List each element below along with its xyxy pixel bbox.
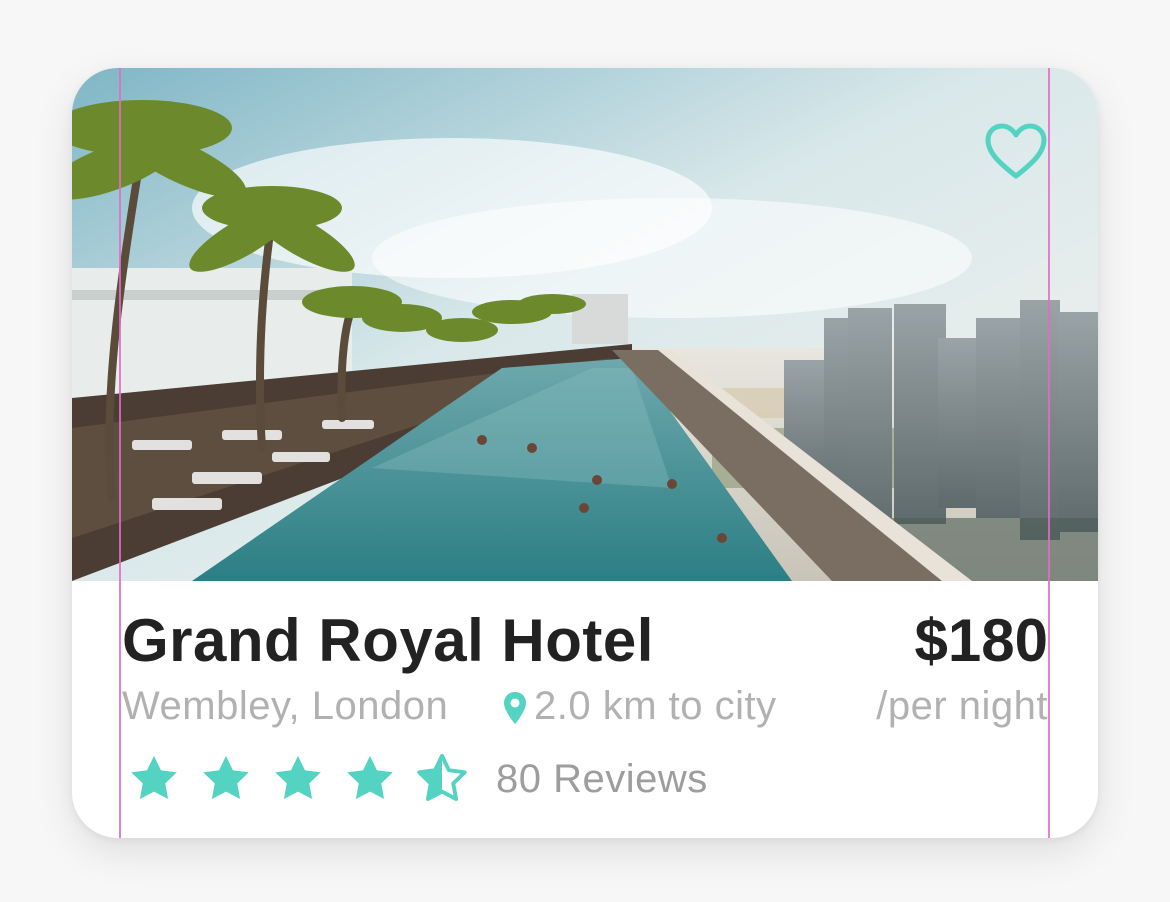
rating-stars bbox=[128, 752, 468, 808]
layout-guide-left bbox=[119, 68, 121, 838]
star-icon bbox=[203, 755, 249, 800]
hotel-location: Wembley, London bbox=[122, 684, 449, 728]
star-icon bbox=[131, 755, 177, 800]
layout-guide-right bbox=[1048, 68, 1050, 838]
price-unit: /per night bbox=[876, 684, 1048, 728]
star-half-icon bbox=[417, 753, 467, 801]
star-icon bbox=[347, 755, 393, 800]
stage: Grand Royal Hotel $180 Wembley, London 2… bbox=[0, 0, 1170, 902]
distance-to-city: 2.0 km to city bbox=[534, 684, 777, 728]
heart-outline-icon[interactable] bbox=[984, 122, 1048, 182]
hotel-name: Grand Royal Hotel bbox=[122, 607, 654, 674]
review-count[interactable]: 80 Reviews bbox=[496, 757, 708, 802]
hotel-photo bbox=[72, 68, 1098, 581]
star-icon bbox=[275, 755, 321, 800]
hotel-price: $180 bbox=[914, 607, 1048, 674]
map-pin-icon bbox=[504, 692, 526, 724]
